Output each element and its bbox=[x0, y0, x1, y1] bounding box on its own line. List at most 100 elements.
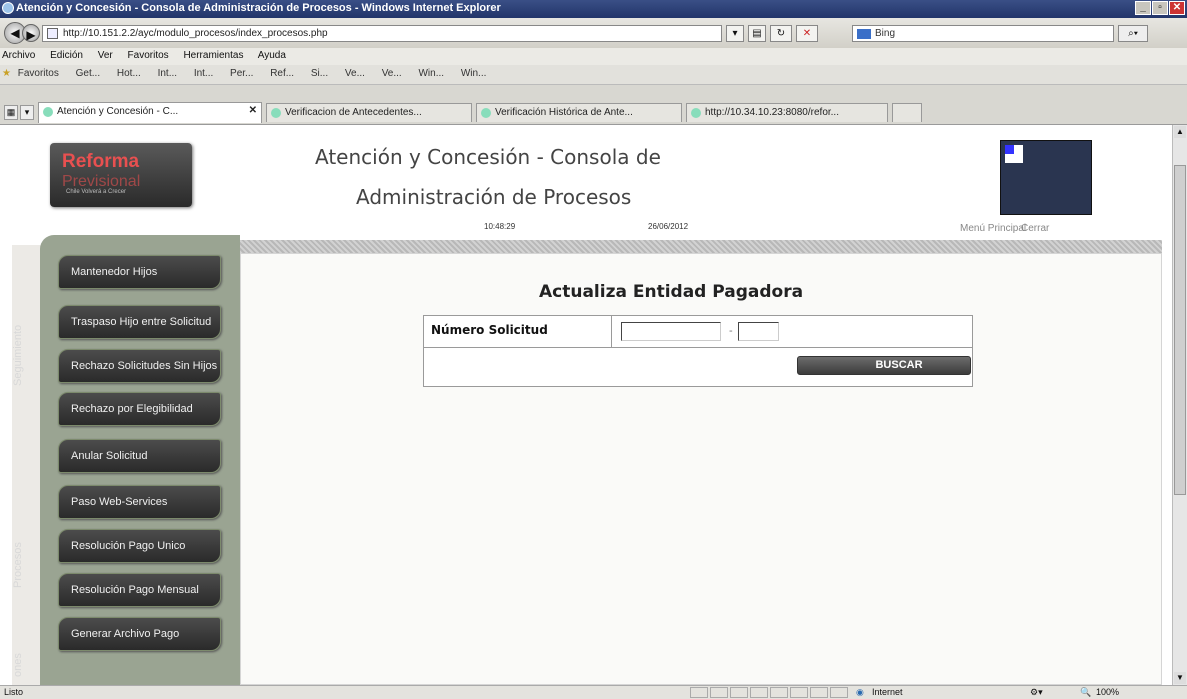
favorite-item[interactable]: Ref... bbox=[270, 68, 294, 79]
sidebar-item-resolucion-pago-mensual[interactable]: Resolución Pago Mensual bbox=[58, 573, 221, 607]
tab-label: Verificacion de Antecedentes... bbox=[285, 107, 422, 118]
tab-page-icon bbox=[481, 108, 491, 118]
menu-bar: Archivo Edición Ver Favoritos Herramient… bbox=[0, 48, 1187, 65]
favorite-item[interactable]: Ve... bbox=[345, 68, 365, 79]
favorite-item[interactable]: Hot... bbox=[117, 68, 141, 79]
close-window-button[interactable]: ✕ bbox=[1169, 1, 1185, 15]
search-input[interactable]: Bing bbox=[852, 25, 1114, 42]
favorite-item[interactable]: Per... bbox=[230, 68, 253, 79]
new-tab-button[interactable] bbox=[892, 103, 922, 122]
header-stripe bbox=[240, 240, 1162, 253]
vertical-scrollbar[interactable]: ▲ ▼ bbox=[1172, 125, 1187, 685]
menu-ver[interactable]: Ver bbox=[98, 50, 113, 61]
tab-label: Verificación Histórica de Ante... bbox=[495, 107, 633, 118]
maximize-button[interactable]: ▫ bbox=[1152, 1, 1168, 15]
page-content: Reforma Previsional Chile Volverá a Crec… bbox=[0, 125, 1172, 685]
forward-button[interactable]: ▶ bbox=[22, 24, 40, 42]
minimize-button[interactable]: _ bbox=[1135, 1, 1151, 15]
numero-solicitud-dv-field[interactable] bbox=[738, 322, 779, 341]
scroll-down-icon[interactable]: ▼ bbox=[1174, 672, 1186, 684]
clock-time: 10:48:29 bbox=[484, 222, 516, 231]
favorites-star-icon: ★ bbox=[2, 68, 11, 79]
quick-tabs-icon[interactable]: ▦ bbox=[4, 105, 18, 120]
globe-icon: ◉ bbox=[856, 687, 864, 697]
address-dropdown-button[interactable]: ▾ bbox=[726, 25, 744, 42]
favorite-item[interactable]: Int... bbox=[158, 68, 177, 79]
address-url: http://10.151.2.2/ayc/modulo_procesos/in… bbox=[63, 28, 328, 39]
window-title: Atención y Concesión - Consola de Admini… bbox=[16, 2, 501, 14]
numero-solicitud-label: Número Solicitud bbox=[424, 316, 612, 348]
status-text: Listo bbox=[4, 687, 24, 697]
tab-reforma[interactable]: http://10.34.10.23:8080/refor... bbox=[686, 103, 888, 122]
window-title-bar: Atención y Concesión - Consola de Admini… bbox=[0, 0, 1187, 18]
protected-mode-icon[interactable]: ⚙▾ bbox=[1030, 687, 1043, 698]
sidebar-strip: Seguimiento Procesos ones bbox=[12, 245, 42, 685]
favorites-button[interactable]: Favoritos bbox=[18, 68, 59, 79]
tab-page-icon bbox=[271, 108, 281, 118]
favorite-item[interactable]: Get... bbox=[76, 68, 100, 79]
sidebar-item-resolucion-pago-unico[interactable]: Resolución Pago Unico bbox=[58, 529, 221, 563]
logo-line3: Chile Volverá a Crecer bbox=[66, 189, 127, 195]
tab-page-icon bbox=[691, 108, 701, 118]
sidebar-item-rechazo-elegibilidad[interactable]: Rechazo por Elegibilidad bbox=[58, 392, 221, 426]
tab-atencion[interactable]: Atención y Concesión - C... ✕ bbox=[38, 102, 262, 123]
cerrar-link[interactable]: Cerrar bbox=[1021, 223, 1049, 234]
tab-label: Atención y Concesión - C... bbox=[57, 106, 179, 117]
status-segments bbox=[690, 687, 848, 698]
menu-favoritos[interactable]: Favoritos bbox=[128, 50, 169, 61]
compatibility-icon[interactable]: ▤ bbox=[748, 25, 766, 42]
vtab-procesos[interactable]: Procesos bbox=[12, 485, 42, 645]
numero-solicitud-field[interactable] bbox=[621, 322, 721, 341]
search-icon[interactable]: ⌕▾ bbox=[1118, 25, 1148, 42]
form-row: Número Solicitud - bbox=[424, 316, 972, 348]
tab-verificacion[interactable]: Verificacion de Antecedentes... bbox=[266, 103, 472, 122]
navigation-bar: ◀ ▶ http://10.151.2.2/ayc/modulo_proceso… bbox=[0, 18, 1187, 48]
sidebar-item-mantenedor-hijos[interactable]: Mantenedor Hijos bbox=[58, 255, 221, 289]
form-title: Actualiza Entidad Pagadora bbox=[539, 282, 804, 302]
logo-line1: Reforma bbox=[62, 151, 140, 172]
sidebar-item-generar-archivo-pago[interactable]: Generar Archivo Pago bbox=[58, 617, 221, 651]
menu-archivo[interactable]: Archivo bbox=[2, 50, 35, 61]
buscar-button[interactable]: BUSCAR bbox=[797, 356, 971, 375]
close-tab-icon[interactable]: ✕ bbox=[249, 105, 257, 116]
sidebar-item-anular-solicitud[interactable]: Anular Solicitud bbox=[58, 439, 221, 473]
menu-principal-link[interactable]: Menú Principal bbox=[960, 223, 1026, 234]
scroll-up-icon[interactable]: ▲ bbox=[1174, 126, 1186, 138]
favorite-item[interactable]: Si... bbox=[311, 68, 328, 79]
status-bar: Listo ◉ Internet ⚙▾ 🔍 100% bbox=[0, 685, 1187, 699]
chile-flag-icon bbox=[1005, 145, 1023, 163]
favorite-item[interactable]: Win... bbox=[418, 68, 444, 79]
menu-ayuda[interactable]: Ayuda bbox=[258, 50, 286, 61]
zone-label: Internet bbox=[872, 687, 903, 697]
sidebar-item-paso-web-services[interactable]: Paso Web-Services bbox=[58, 485, 221, 519]
vtab-seguimiento[interactable]: Seguimiento bbox=[12, 265, 42, 445]
search-form: Número Solicitud - BUSCAR bbox=[423, 315, 973, 387]
page-title-line2: Administración de Procesos bbox=[356, 185, 632, 209]
menu-edicion[interactable]: Edición bbox=[50, 50, 83, 61]
field-separator: - bbox=[729, 325, 733, 337]
page-icon bbox=[47, 28, 58, 39]
favorite-item[interactable]: Ve... bbox=[382, 68, 402, 79]
vtab-partial[interactable]: ones bbox=[12, 645, 42, 685]
sidebar-item-traspaso-hijo[interactable]: Traspaso Hijo entre Solicitud bbox=[58, 305, 221, 339]
scroll-thumb[interactable] bbox=[1174, 165, 1186, 495]
favorite-item[interactable]: Win... bbox=[461, 68, 487, 79]
zoom-icon: 🔍 bbox=[1080, 687, 1092, 697]
zoom-level[interactable]: 100% bbox=[1096, 687, 1119, 697]
tab-list-icon[interactable]: ▾ bbox=[20, 105, 34, 120]
stop-icon[interactable]: ✕ bbox=[796, 25, 818, 42]
bing-icon bbox=[857, 29, 871, 39]
tab-verificacion-historica[interactable]: Verificación Histórica de Ante... bbox=[476, 103, 682, 122]
menu-herramientas[interactable]: Herramientas bbox=[183, 50, 243, 61]
refresh-icon[interactable]: ↻ bbox=[770, 25, 792, 42]
reforma-logo: Reforma Previsional Chile Volverá a Crec… bbox=[50, 143, 192, 207]
sidebar-item-rechazo-sin-hijos[interactable]: Rechazo Solicitudes Sin Hijos bbox=[58, 349, 221, 383]
page-title-line1: Atención y Concesión - Consola de bbox=[315, 145, 661, 169]
tab-bar: ▦ ▾ Atención y Concesión - C... ✕ Verifi… bbox=[0, 85, 1187, 125]
favorite-item[interactable]: Int... bbox=[194, 68, 213, 79]
favorites-bar: ★ Favoritos Get... Hot... Int... Int... … bbox=[0, 65, 1187, 85]
address-bar[interactable]: http://10.151.2.2/ayc/modulo_procesos/in… bbox=[42, 25, 722, 42]
ie-icon bbox=[2, 2, 14, 14]
tab-page-icon bbox=[43, 107, 53, 117]
tab-label: http://10.34.10.23:8080/refor... bbox=[705, 107, 839, 118]
